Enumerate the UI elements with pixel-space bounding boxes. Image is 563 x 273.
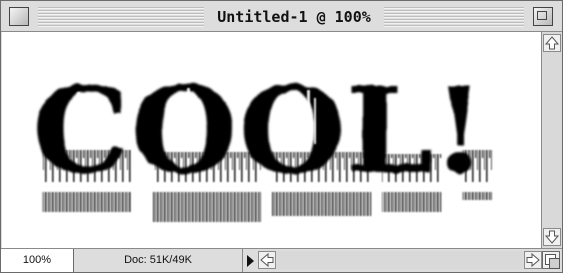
window-title: Untitled-1 @ 100% [205,6,383,28]
zoom-box-icon[interactable] [533,7,553,26]
close-box-icon[interactable] [9,7,29,26]
title-bar-stripes [38,7,204,27]
document-canvas[interactable]: COOL! [2,32,541,248]
arrow-up-icon[interactable] [543,34,561,52]
arrow-left-icon[interactable] [258,251,276,269]
triangle-right-icon[interactable] [247,255,254,267]
horizontal-scrollbar[interactable] [277,251,523,269]
arrow-down-icon[interactable] [543,228,561,246]
size-box-icon[interactable] [542,251,560,269]
title-bar[interactable]: Untitled-1 @ 100% [1,1,562,32]
status-bar: 100% Doc: 51K/49K [1,248,562,272]
title-bar-stripes [384,7,524,27]
vertical-scrollbar[interactable] [541,32,562,248]
document-size-info[interactable]: Doc: 51K/49K [74,249,243,272]
artwork: COOL! [32,61,492,222]
zoom-level-field[interactable]: 100% [1,249,74,272]
document-window: Untitled-1 @ 100% COOL! 100% Doc: 51K/49… [0,0,563,273]
arrow-right-icon[interactable] [524,251,542,269]
